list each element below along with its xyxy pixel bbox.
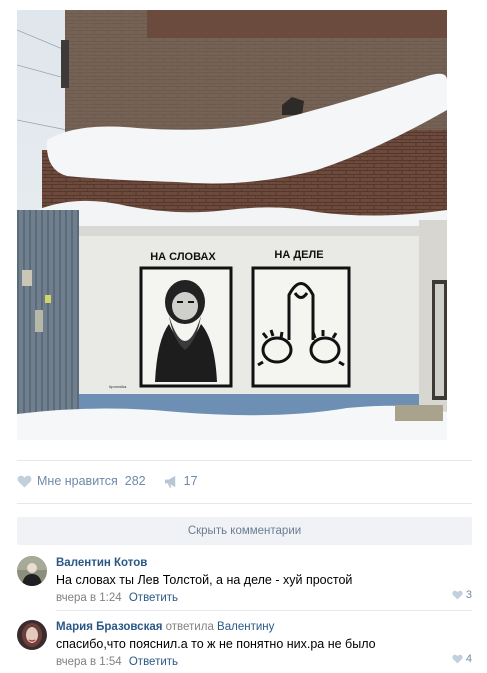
like-count: 282 [124, 474, 146, 488]
like-button[interactable]: Мне нравится 282 [17, 474, 146, 488]
divider [56, 610, 472, 611]
reply-link[interactable]: Ответить [129, 592, 178, 604]
reply-link[interactable]: Ответить [129, 656, 178, 668]
comment-like-count: 4 [465, 653, 472, 665]
post-photo[interactable]: НА СЛОВАХ НА ДЕЛЕ #pomoika [17, 10, 447, 440]
share-count: 17 [183, 474, 198, 488]
comment-text: На словах ты Лев Толстой, а на деле - ху… [56, 573, 353, 587]
post-actions: Мне нравится 282 17 [17, 468, 472, 494]
heart-icon [452, 654, 463, 664]
comment-like-button[interactable]: 4 [452, 653, 472, 665]
comment-header: Мария Бразовская ответила Валентину [56, 620, 472, 635]
comment-like-button[interactable]: 3 [452, 589, 472, 601]
avatar-image [17, 556, 47, 586]
avatar[interactable] [17, 556, 47, 586]
comment-author[interactable]: Мария Бразовская [56, 621, 162, 633]
avatar[interactable] [17, 620, 47, 650]
comment-time[interactable]: вчера в 1:54 [56, 656, 122, 668]
divider [17, 503, 472, 504]
like-label: Мне нравится [37, 474, 118, 488]
replied-word: ответила [165, 621, 214, 633]
comment-item: Мария Бразовская ответила Валентину спас… [17, 620, 472, 668]
comment-meta: вчера в 1:54 Ответить [56, 655, 472, 670]
mural-right-caption: НА ДЕЛЕ [274, 249, 323, 261]
comment-author[interactable]: Валентин Котов [56, 557, 147, 569]
megaphone-icon [164, 475, 175, 488]
mural-signature: #pomoika [109, 384, 127, 389]
comment-like-count: 3 [465, 589, 472, 601]
graffiti-wall-image: НА СЛОВАХ НА ДЕЛЕ #pomoika [17, 10, 447, 440]
comment-text: спасибо,что пояснил.а то ж не понятно ни… [56, 637, 376, 651]
divider [17, 460, 472, 461]
comment-item: Валентин Котов На словах ты Лев Толстой,… [17, 556, 472, 604]
hide-comments-button[interactable]: Скрыть комментарии [17, 517, 472, 545]
avatar-image [17, 620, 47, 650]
heart-icon [17, 475, 32, 488]
reply-to-link[interactable]: Валентину [217, 621, 274, 633]
mural-left-caption: НА СЛОВАХ [150, 251, 216, 263]
share-button[interactable]: 17 [164, 474, 198, 488]
comment-time[interactable]: вчера в 1:24 [56, 592, 122, 604]
heart-icon [452, 590, 463, 600]
comment-header: Валентин Котов [56, 556, 472, 571]
comment-meta: вчера в 1:24 Ответить [56, 591, 472, 606]
